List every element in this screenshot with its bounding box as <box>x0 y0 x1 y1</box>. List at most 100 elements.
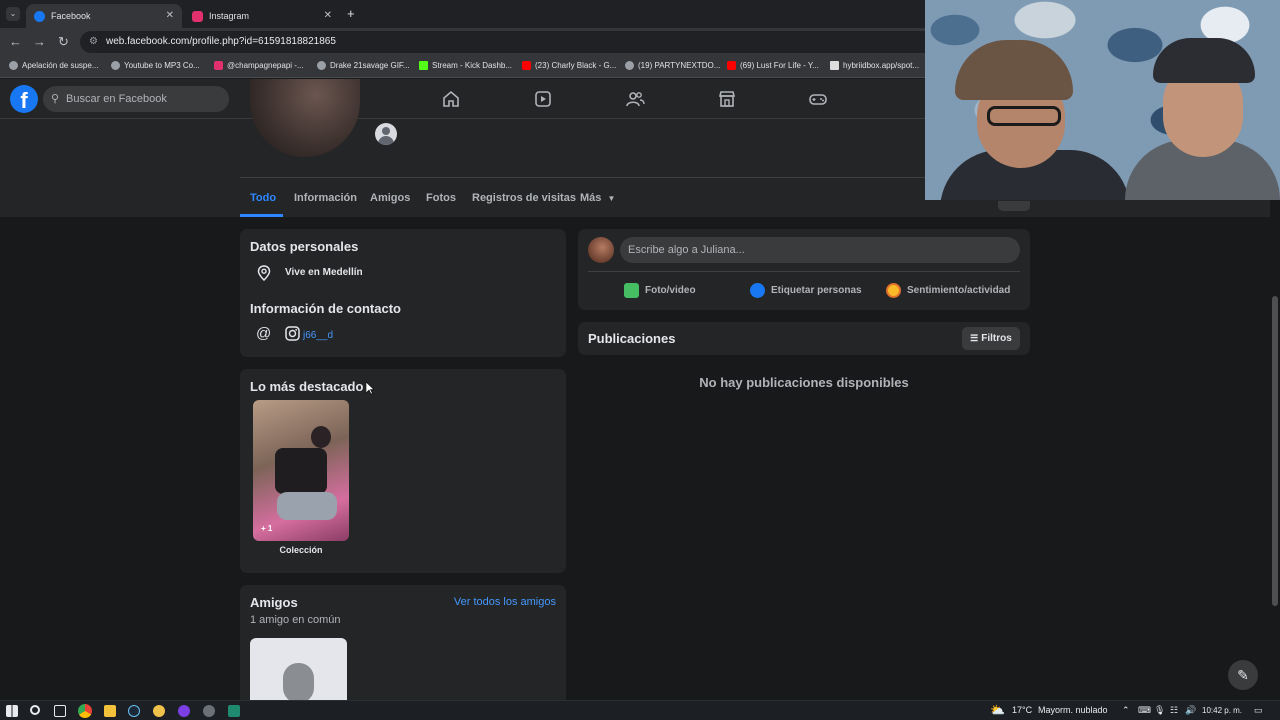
tab-fotos[interactable]: Fotos <box>426 192 456 204</box>
clock[interactable]: 10:42 p. m. <box>1202 706 1242 715</box>
chrome-icon[interactable] <box>78 704 92 718</box>
contact-info-title: Información de contacto <box>250 301 401 316</box>
friends-icon[interactable] <box>625 89 645 109</box>
chevron-up-icon[interactable]: ⌃ <box>1122 705 1130 716</box>
globe-icon <box>625 61 634 70</box>
bookmark-item[interactable]: (23) Charly Black - G... <box>522 61 616 70</box>
active-tab-indicator <box>240 214 283 217</box>
windows-taskbar: ⛅ 17°C Mayorm. nublado ⌃ ⌨ 🎙 ☷ 🔊 10:42 p… <box>0 700 1280 720</box>
tab-list-button[interactable]: ⌄ <box>6 7 20 21</box>
reload-icon[interactable]: ↻ <box>58 34 69 50</box>
notification-icon[interactable]: ▭ <box>1254 705 1263 716</box>
mutual-friends-count: 1 amigo en común <box>250 614 341 626</box>
highlights-card: Lo más destacado + 1 Colección <box>240 369 566 573</box>
microphone-icon[interactable]: 🎙 <box>1154 705 1165 716</box>
highlights-title: Lo más destacado <box>250 379 364 394</box>
weather-text: Mayorm. nublado <box>1038 705 1108 715</box>
personal-info-title: Datos personales <box>250 239 359 254</box>
composer-card: Escribe algo a Juliana... Foto/video Eti… <box>578 229 1030 310</box>
mutual-friend-avatar[interactable] <box>375 123 397 145</box>
hb-icon <box>830 61 839 70</box>
facebook-logo-icon[interactable]: f <box>10 85 38 113</box>
instagram-handle-link[interactable]: j66__d <box>303 330 333 341</box>
video-icon[interactable] <box>533 89 553 109</box>
filter-sliders-icon: ☰ <box>970 333 979 343</box>
gaming-icon[interactable] <box>808 89 828 109</box>
app-icon[interactable] <box>203 705 215 717</box>
instagram-icon <box>285 326 300 341</box>
collection-label[interactable]: Colección <box>253 545 349 555</box>
bookmark-item[interactable]: Apelación de suspe... <box>9 61 99 70</box>
tab-instagram[interactable]: Instagram ✕ <box>184 4 340 28</box>
task-view-icon[interactable] <box>54 705 66 717</box>
divider <box>240 177 1030 178</box>
lives-in-text: Vive en Medellín <box>285 267 363 278</box>
file-explorer-icon[interactable] <box>104 705 116 717</box>
youtube-icon <box>727 61 736 70</box>
photo-subject-legs <box>277 492 337 520</box>
location-pin-icon <box>257 265 271 281</box>
tab-mas-label: Más <box>580 192 602 204</box>
address-bar[interactable]: ⚙ web.facebook.com/profile.php?id=615918… <box>80 31 940 53</box>
tab-registros-de-visitas[interactable]: Registros de visitas <box>472 192 576 204</box>
tab-facebook-label: Facebook <box>51 11 91 21</box>
collection-thumbnail[interactable]: + 1 <box>253 400 349 541</box>
temperature: 17°C <box>1012 705 1033 715</box>
forward-arrow-icon[interactable]: → <box>33 34 46 49</box>
feeling-activity-button[interactable]: Sentimiento/actividad <box>886 283 1010 298</box>
bookmark-item[interactable]: (69) Lust For Life - Y... <box>727 61 819 70</box>
posts-title: Publicaciones <box>588 331 676 346</box>
photo-subject <box>275 448 327 494</box>
tab-mas[interactable]: Más ▼ <box>580 192 615 204</box>
volume-icon[interactable]: 🔊 <box>1185 705 1196 716</box>
user-avatar[interactable] <box>588 237 614 263</box>
see-all-friends-link[interactable]: Ver todos los amigos <box>454 596 556 608</box>
url-text: web.facebook.com/profile.php?id=61591818… <box>106 36 336 47</box>
app-icon[interactable] <box>178 705 190 717</box>
wifi-icon[interactable]: ☷ <box>1170 705 1178 716</box>
steam-icon[interactable] <box>128 705 140 717</box>
globe-icon <box>111 61 120 70</box>
friend-thumbnail[interactable] <box>250 638 347 700</box>
app-icon[interactable] <box>153 705 165 717</box>
instagram-icon <box>214 61 223 70</box>
back-arrow-icon[interactable]: ← <box>9 34 22 49</box>
home-icon[interactable] <box>441 89 461 109</box>
new-tab-button[interactable]: + <box>347 6 355 21</box>
tag-people-button[interactable]: Etiquetar personas <box>750 283 862 298</box>
profile-picture[interactable] <box>250 79 360 157</box>
network-icon[interactable]: ⌨ <box>1138 705 1151 716</box>
new-message-button[interactable]: ✎ <box>1228 660 1258 690</box>
search-icon[interactable] <box>30 705 40 715</box>
composer-input[interactable]: Escribe algo a Juliana... <box>620 237 1020 263</box>
posts-card: Publicaciones ☰ Filtros <box>578 322 1030 355</box>
bookmark-item[interactable]: Youtube to MP3 Co... <box>111 61 200 70</box>
site-info-icon[interactable]: ⚙ <box>89 31 98 53</box>
caret-down-icon: ▼ <box>607 194 616 203</box>
webcam-overlay <box>925 0 1280 200</box>
tab-amigos[interactable]: Amigos <box>370 192 410 204</box>
friends-title: Amigos <box>250 595 298 610</box>
close-tab-icon[interactable]: ✕ <box>166 10 174 21</box>
bookmark-item[interactable]: (19) PARTYNEXTDO... <box>625 61 720 70</box>
tab-facebook[interactable]: Facebook ✕ <box>26 4 182 28</box>
profile-options-button[interactable] <box>998 201 1030 211</box>
bookmark-item[interactable]: Stream - Kick Dashb... <box>419 61 512 70</box>
search-input[interactable]: ⚲ Buscar en Facebook <box>43 86 229 112</box>
bookmark-item[interactable]: Drake 21savage GIF... <box>317 61 410 70</box>
default-avatar-icon <box>283 663 314 700</box>
windows-start-icon[interactable] <box>6 705 18 717</box>
globe-icon <box>317 61 326 70</box>
photo-video-button[interactable]: Foto/video <box>624 283 696 298</box>
bookmark-item[interactable]: @champagnepapi -... <box>214 61 304 70</box>
app-icon[interactable] <box>228 705 240 717</box>
scrollbar-thumb[interactable] <box>1272 296 1278 606</box>
marketplace-icon[interactable] <box>717 89 737 109</box>
filters-button[interactable]: ☰ Filtros <box>962 327 1020 350</box>
close-tab-icon[interactable]: ✕ <box>324 10 332 21</box>
tag-people-icon <box>750 283 765 298</box>
email-at-icon: @ <box>256 325 272 342</box>
tab-todo[interactable]: Todo <box>250 192 276 204</box>
bookmark-item[interactable]: hybriidbox.app/spot... <box>830 61 919 70</box>
tab-informacion[interactable]: Información <box>294 192 357 204</box>
